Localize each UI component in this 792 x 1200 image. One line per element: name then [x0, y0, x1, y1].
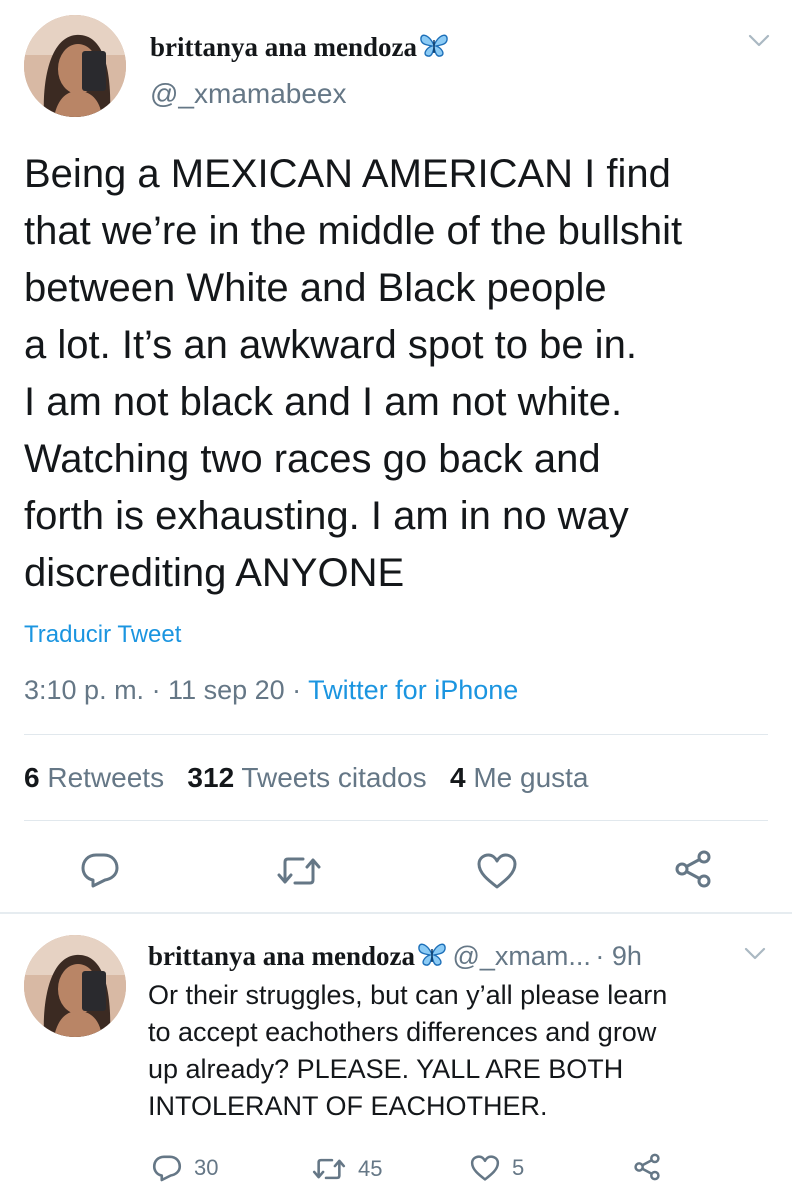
like-icon — [470, 1155, 500, 1181]
author-name-text[interactable]: brittanya ana mendoza — [150, 32, 417, 62]
divider — [24, 820, 768, 821]
tweet-text-line: that we’re in the middle of the bullshit — [24, 209, 683, 253]
retweet-icon — [277, 857, 321, 885]
tweet-text-line: Being a MEXICAN AMERICAN I find — [24, 152, 671, 196]
tweet-text: Being a MEXICAN AMERICAN I find that we’… — [24, 146, 682, 602]
share-icon — [675, 850, 711, 888]
retweet-button[interactable] — [276, 855, 322, 887]
reply-text-line: up already? PLEASE. YALL ARE BOTH — [148, 1054, 624, 1084]
reply-action-like[interactable]: 5 — [470, 1154, 524, 1182]
tweet-meta: 3:10 p. m. · 11 sep 20 · Twitter for iPh… — [24, 675, 518, 706]
translate-tweet-link[interactable]: Traducir Tweet — [24, 621, 181, 649]
author-name[interactable]: brittanya ana mendoza — [150, 31, 450, 66]
reply-time[interactable]: · 9h — [595, 941, 642, 971]
chevron-down-icon[interactable] — [744, 947, 766, 961]
tweet-source-link[interactable]: Twitter for iPhone — [308, 675, 518, 705]
tweet-text-line: I am not black and I am not white. — [24, 380, 623, 424]
reply-header: brittanya ana mendoza @_xmam... · 9h — [148, 940, 642, 973]
tweet-stats: 6 Retweets 312 Tweets citados 4 Me gusta — [24, 762, 589, 794]
reply-action-share[interactable] — [632, 1152, 662, 1187]
retweets-stat[interactable]: 6 Retweets — [24, 762, 164, 793]
tweet-text-line: a lot. It’s an awkward spot to be in. — [24, 323, 637, 367]
reply-text: Or their struggles, but can y’all please… — [148, 977, 667, 1125]
reply-count: 30 — [194, 1155, 219, 1180]
tweet-timestamp[interactable]: 3:10 p. m. · 11 sep 20 · — [24, 675, 308, 705]
reply-text-line: INTOLERANT OF EACHOTHER. — [148, 1091, 548, 1121]
reply-action-retweet[interactable]: 45 — [312, 1156, 382, 1182]
share-icon — [634, 1153, 660, 1181]
retweet-icon — [312, 1158, 346, 1180]
butterfly-emoji-icon — [416, 940, 448, 973]
butterfly-emoji-icon — [418, 31, 450, 66]
reply-author-avatar[interactable] — [24, 935, 126, 1037]
reply-icon — [81, 853, 119, 888]
likes-label: Me gusta — [473, 762, 589, 793]
divider — [24, 734, 768, 735]
reply-text-line: Or their struggles, but can y’all please… — [148, 980, 668, 1010]
chevron-down-icon[interactable] — [748, 34, 770, 48]
tweet-separator — [0, 912, 792, 914]
reply-text-line: to accept eachothers differences and gro… — [148, 1017, 657, 1047]
reply-author-name[interactable]: brittanya ana mendoza — [148, 941, 415, 971]
like-count: 5 — [512, 1155, 525, 1180]
like-button[interactable] — [476, 852, 518, 890]
like-icon — [477, 853, 517, 889]
likes-stat[interactable]: 4 Me gusta — [450, 762, 589, 793]
retweets-count: 6 — [24, 762, 40, 793]
tweet-text-line: between White and Black people — [24, 266, 607, 310]
share-button[interactable] — [672, 849, 714, 889]
tweet-text-line: Watching two races go back and — [24, 437, 601, 481]
retweet-count: 45 — [358, 1156, 383, 1181]
retweets-label: Retweets — [47, 762, 165, 793]
author-avatar[interactable] — [24, 15, 126, 117]
likes-count: 4 — [449, 762, 466, 793]
quotes-stat[interactable]: 312 Tweets citados — [187, 762, 426, 793]
tweet-text-line: discrediting ANYONE — [24, 551, 405, 595]
author-handle[interactable]: @_xmamabeex — [150, 78, 347, 110]
tweet-text-line: forth is exhausting. I am in no way — [24, 494, 629, 538]
quotes-count: 312 — [187, 762, 235, 793]
quotes-label: Tweets citados — [241, 762, 427, 793]
reply-action-reply[interactable]: 30 — [152, 1154, 218, 1182]
reply-button[interactable] — [80, 852, 120, 888]
reply-author-handle[interactable]: @_xmam... — [452, 941, 590, 971]
reply-icon — [152, 1155, 182, 1182]
